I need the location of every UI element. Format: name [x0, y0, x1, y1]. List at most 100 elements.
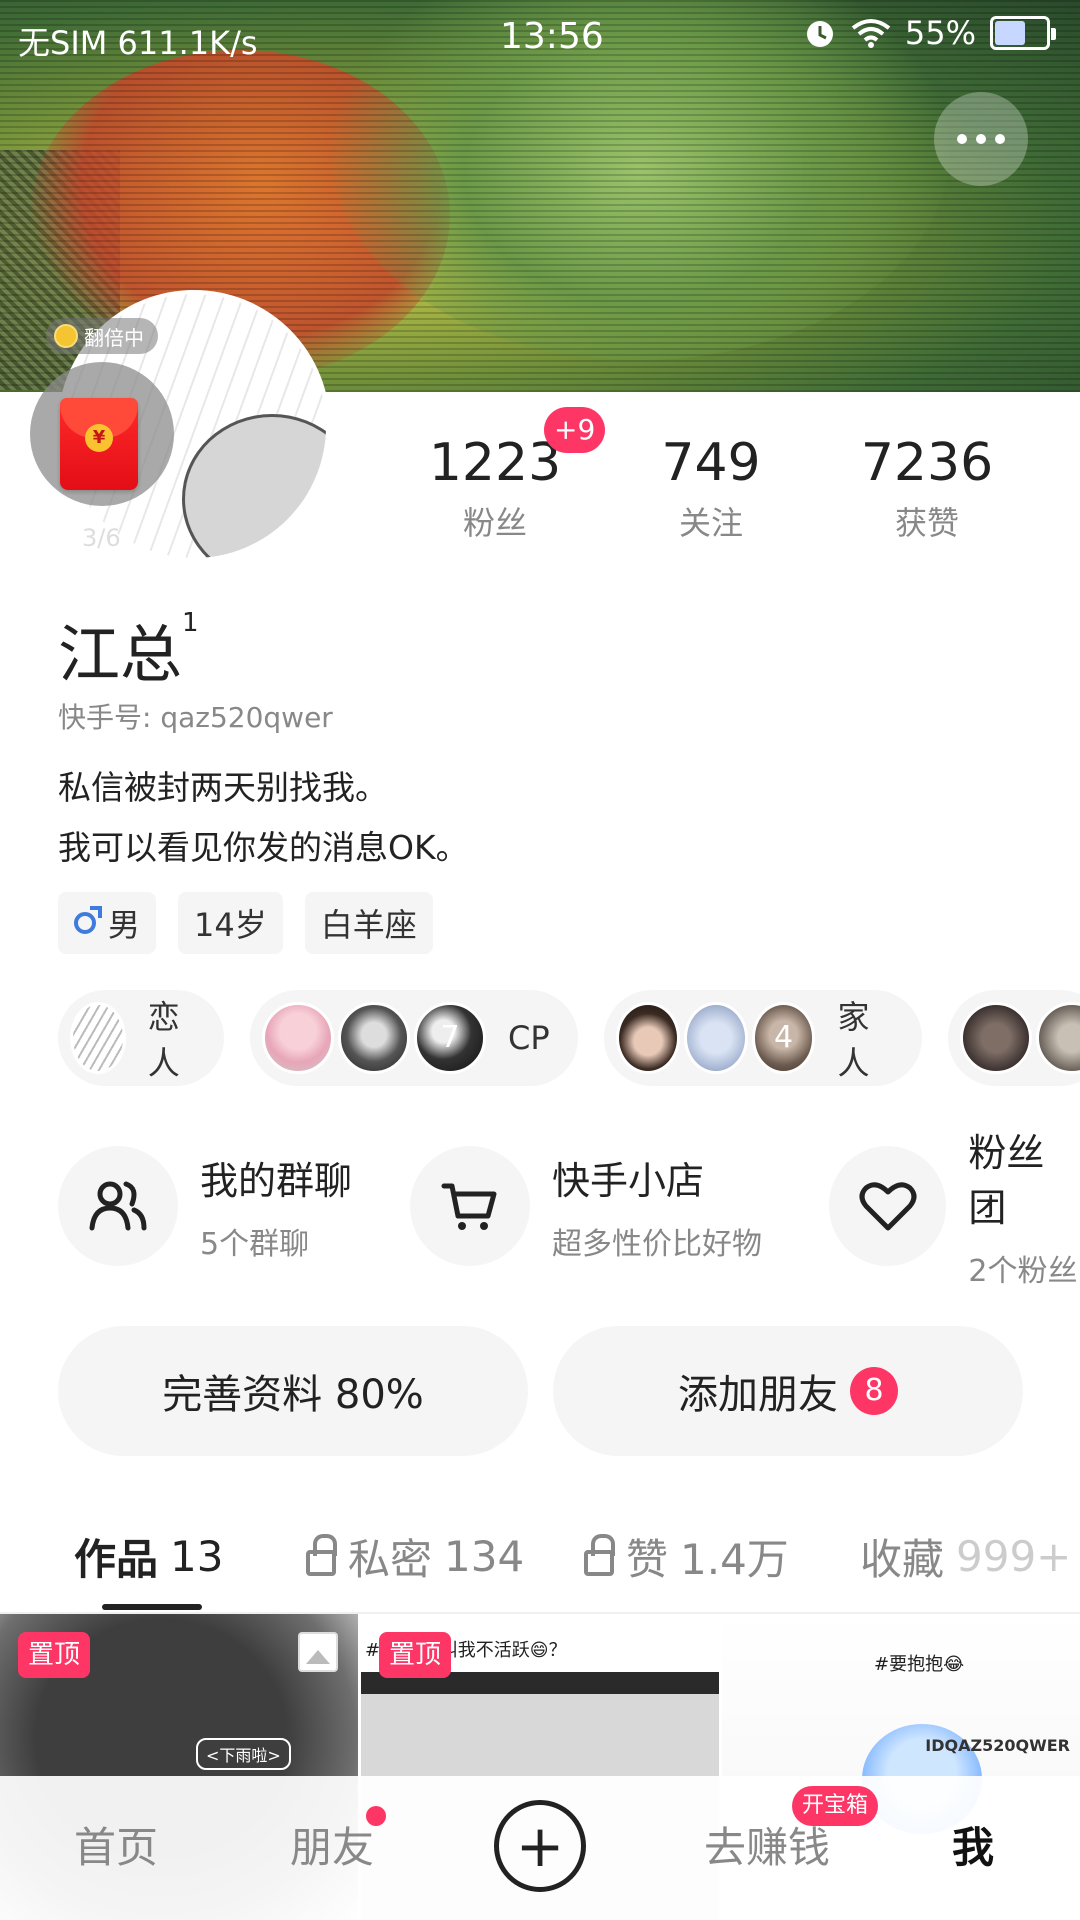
- shortcut-title: 我的群聊: [200, 1158, 353, 1203]
- battery-icon: [990, 16, 1056, 50]
- avatar: [615, 1002, 680, 1074]
- video-caption: #要抱抱😂: [874, 1654, 965, 1675]
- image-post-icon: [298, 1632, 338, 1672]
- bottom-nav: 首页 朋友 + 去赚钱 开宝箱 我: [0, 1776, 1080, 1920]
- status-right: 55%: [803, 14, 1056, 52]
- fan-club-shortcut[interactable]: 粉丝团 2个粉丝: [829, 1131, 1080, 1289]
- avatar: [683, 1002, 748, 1074]
- relation-label: CP: [508, 1019, 550, 1057]
- tag-label: 男: [108, 906, 141, 944]
- active-tab-indicator: [102, 1604, 202, 1610]
- clock: 13:56: [500, 16, 604, 57]
- bio: 私信被封两天别找我。 我可以看见你发的消息OK。: [58, 758, 469, 878]
- new-fans-badge: +9: [544, 407, 606, 453]
- pinned-badge: 置顶: [18, 1632, 91, 1678]
- dot-icon: [995, 134, 1005, 144]
- nav-friends[interactable]: 朋友: [290, 1814, 374, 1875]
- battery-percent: 55%: [904, 14, 976, 52]
- nav-home[interactable]: 首页: [74, 1814, 158, 1875]
- coin-tag-label: 翻倍中: [84, 325, 144, 350]
- profile-name: 江总1: [58, 604, 199, 694]
- tag-gender[interactable]: 男: [58, 892, 157, 954]
- tab-private[interactable]: 私密 134: [306, 1526, 524, 1587]
- kwai-shop-shortcut[interactable]: 快手小店 超多性价比好物: [410, 1146, 762, 1266]
- tab-count: 134: [444, 1532, 525, 1581]
- likes-label: 获赞: [894, 504, 959, 542]
- avatar-count: 7: [414, 1002, 487, 1074]
- nav-me[interactable]: 我: [952, 1814, 994, 1875]
- profile-tags: 男 14岁 白羊座: [58, 892, 433, 954]
- avatar: [70, 1002, 126, 1074]
- tab-works[interactable]: 作品 13: [74, 1526, 223, 1587]
- coin-double-tag[interactable]: 翻倍中: [46, 318, 158, 354]
- profile-name-text: 江总: [58, 618, 183, 691]
- plus-icon: +: [515, 1812, 565, 1880]
- avatar: [338, 1002, 411, 1074]
- content-tabs: 作品 13 私密 134 赞 1.4万 收藏 999+: [0, 1516, 1080, 1612]
- pinned-badge: 置顶: [379, 1632, 452, 1678]
- avatar: [262, 1002, 335, 1074]
- wifi-icon: [851, 19, 891, 48]
- relation-family[interactable]: 4 家人: [603, 990, 922, 1086]
- following-count: 749: [661, 433, 761, 493]
- bio-line: 我可以看见你发的消息OK。: [58, 828, 469, 867]
- coin-icon: [54, 324, 78, 348]
- likes-count: 7236: [860, 433, 994, 493]
- video-watermark: IDQAZ520QWER: [925, 1736, 1070, 1755]
- tag-label: 白羊座: [320, 906, 417, 944]
- tag-label: 14岁: [194, 906, 267, 944]
- tab-label: 私密: [348, 1535, 433, 1584]
- fans-label: 粉丝: [462, 504, 527, 542]
- stat-likes[interactable]: 7236 获赞: [827, 432, 1027, 544]
- following-label: 关注: [678, 504, 743, 542]
- avatar-count: 4: [751, 1002, 816, 1074]
- heart-icon: [829, 1146, 947, 1266]
- relation-label: 恋人: [147, 998, 180, 1082]
- relation-more[interactable]: [947, 990, 1080, 1086]
- male-icon: [74, 906, 102, 934]
- kwai-id[interactable]: 快手号: qaz520qwer: [58, 696, 333, 736]
- status-bar: 无SIM 611.1K/s 13:56 55%: [0, 0, 1080, 72]
- tab-count: 999+: [956, 1532, 1072, 1581]
- profile-name-sup: 1: [182, 608, 199, 638]
- network-status: 无SIM 611.1K/s: [18, 24, 258, 62]
- group-chats-shortcut[interactable]: 我的群聊 5个群聊: [58, 1146, 352, 1266]
- shortcut-subtitle: 超多性价比好物: [552, 1226, 762, 1262]
- tag-zodiac[interactable]: 白羊座: [304, 892, 433, 954]
- relation-lover[interactable]: 恋人: [58, 990, 225, 1086]
- shortcut-title: 粉丝团: [968, 1131, 1045, 1230]
- tab-likes[interactable]: 赞 1.4万: [584, 1526, 789, 1587]
- create-post-button[interactable]: +: [494, 1800, 586, 1892]
- stat-following[interactable]: 749 关注: [611, 432, 811, 544]
- tab-count: 13: [170, 1532, 224, 1581]
- tab-count: 1.4万: [680, 1535, 789, 1584]
- group-icon: [58, 1146, 178, 1266]
- tab-label: 作品: [74, 1535, 159, 1584]
- tab-label: 收藏: [860, 1535, 945, 1584]
- alarm-icon: [806, 21, 833, 47]
- add-friend-button[interactable]: 添加朋友 8: [553, 1326, 1023, 1456]
- tab-favorites[interactable]: 收藏 999+: [860, 1526, 1071, 1587]
- cart-icon: [410, 1146, 530, 1266]
- red-packet-icon: ¥: [60, 398, 138, 490]
- battery-fill: [995, 21, 1025, 45]
- relation-cp[interactable]: 7 CP: [250, 990, 578, 1086]
- button-label: 添加朋友: [678, 1372, 838, 1418]
- yen-icon: ¥: [85, 424, 113, 452]
- lock-icon: [306, 1533, 337, 1576]
- complete-profile-button[interactable]: 完善资料 80%: [58, 1326, 528, 1456]
- tag-age[interactable]: 14岁: [178, 892, 283, 954]
- dot-icon: [976, 134, 986, 144]
- relations-row: 恋人 7 CP 4 家人: [58, 990, 1080, 1086]
- shortcut-subtitle: 5个群聊: [200, 1226, 310, 1262]
- red-packet-button[interactable]: ¥: [30, 362, 174, 506]
- bio-line: 私信被封两天别找我。: [58, 768, 388, 807]
- unread-dot: [366, 1806, 386, 1826]
- relation-label: 家人: [837, 998, 870, 1082]
- tab-label: 赞: [626, 1535, 669, 1584]
- avatar: [959, 1002, 1032, 1074]
- more-options-button[interactable]: [934, 92, 1028, 186]
- video-caption: <下雨啦>: [196, 1738, 291, 1770]
- lock-icon: [584, 1533, 615, 1576]
- shortcut-title: 快手小店: [552, 1158, 705, 1203]
